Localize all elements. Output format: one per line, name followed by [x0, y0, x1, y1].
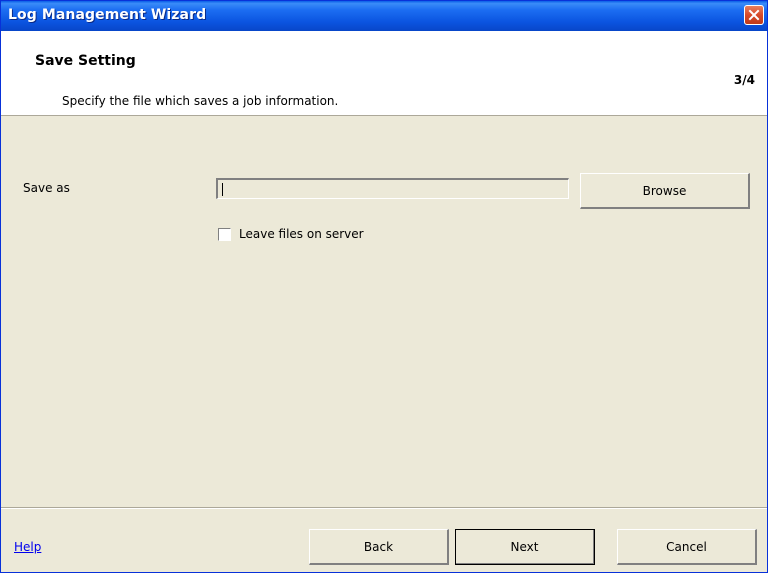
- browse-button-label: Browse: [642, 183, 687, 198]
- save-as-label: Save as: [23, 181, 70, 195]
- help-link[interactable]: Help: [14, 540, 41, 554]
- text-caret: [222, 183, 223, 196]
- leave-files-checkbox[interactable]: [218, 228, 231, 241]
- next-button[interactable]: Next: [455, 529, 595, 565]
- browse-button[interactable]: Browse: [580, 173, 750, 209]
- cancel-button-label: Cancel: [666, 539, 707, 554]
- footer-divider: [1, 507, 767, 509]
- page-title: Save Setting: [35, 53, 136, 69]
- step-indicator: 3/4: [733, 73, 755, 87]
- save-as-field[interactable]: [216, 178, 569, 199]
- cancel-button[interactable]: Cancel: [617, 529, 757, 565]
- close-icon: [748, 9, 760, 21]
- page-description: Specify the file which saves a job infor…: [62, 94, 339, 108]
- leave-files-label[interactable]: Leave files on server: [239, 227, 364, 241]
- close-button[interactable]: [744, 5, 764, 25]
- back-button[interactable]: Back: [309, 529, 449, 565]
- back-button-label: Back: [363, 539, 394, 554]
- wizard-header: Save Setting 3/4 Specify the file which …: [1, 31, 767, 116]
- next-button-label: Next: [510, 539, 539, 554]
- window-title: Log Management Wizard: [8, 7, 207, 23]
- wizard-window: Log Management Wizard Save Setting 3/4 S…: [0, 0, 768, 573]
- title-bar[interactable]: Log Management Wizard: [1, 1, 767, 31]
